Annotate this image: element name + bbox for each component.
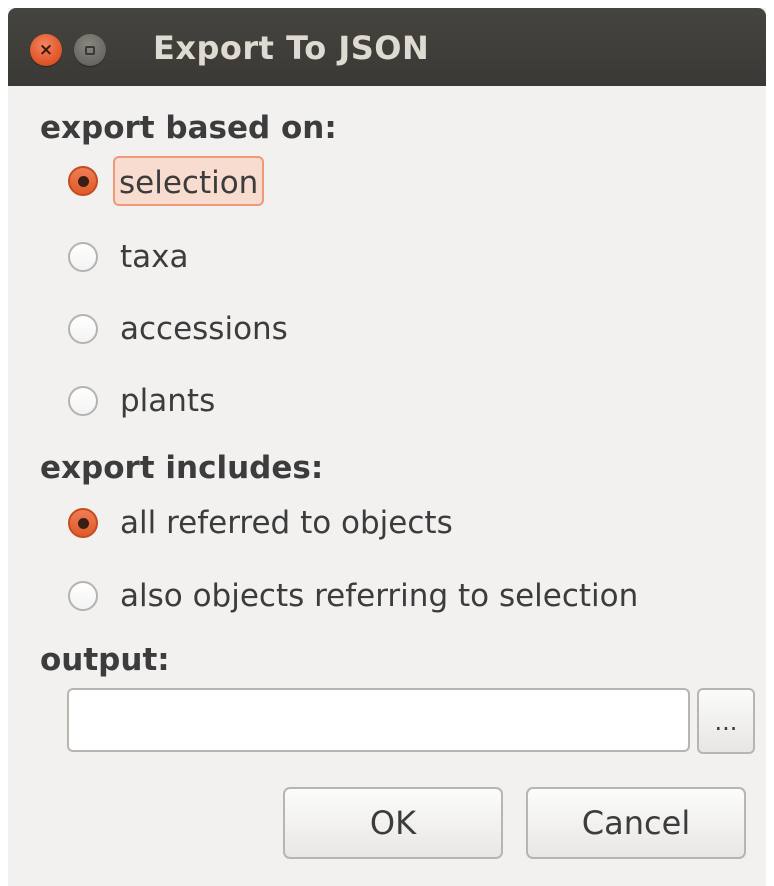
radio-selected-icon[interactable] (68, 166, 98, 196)
maximize-square (85, 45, 95, 55)
window-title: Export To JSON (153, 29, 430, 67)
close-icon[interactable]: × (30, 34, 62, 66)
title-bar[interactable]: × Export To JSON (8, 8, 766, 86)
ok-button[interactable]: OK (283, 787, 503, 859)
radio-plants[interactable]: plants (68, 378, 215, 424)
radio-label-selection[interactable]: selection (113, 156, 265, 206)
radio-taxa[interactable]: taxa (68, 234, 189, 280)
radio-unselected-icon[interactable] (68, 242, 98, 272)
radio-unselected-icon[interactable] (68, 314, 98, 344)
maximize-icon[interactable] (74, 34, 106, 66)
radio-label-taxa[interactable]: taxa (120, 235, 189, 279)
radio-selection[interactable]: selection (68, 156, 265, 206)
output-label: output: (40, 642, 170, 678)
radio-accessions[interactable]: accessions (68, 306, 288, 352)
browse-button[interactable]: ... (697, 688, 755, 754)
output-path-input[interactable] (67, 688, 690, 752)
radio-label-also-referring[interactable]: also objects referring to selection (120, 574, 638, 618)
radio-label-all-referred[interactable]: all referred to objects (120, 501, 453, 545)
export-includes-label: export includes: (40, 450, 324, 486)
radio-all-referred[interactable]: all referred to objects (68, 500, 453, 546)
radio-unselected-icon[interactable] (68, 581, 98, 611)
radio-label-accessions[interactable]: accessions (120, 307, 288, 351)
radio-also-referring[interactable]: also objects referring to selection (68, 573, 638, 619)
radio-label-plants[interactable]: plants (120, 379, 215, 423)
radio-selected-icon[interactable] (68, 508, 98, 538)
cancel-button[interactable]: Cancel (526, 787, 746, 859)
radio-unselected-icon[interactable] (68, 386, 98, 416)
close-glyph: × (38, 39, 54, 60)
export-dialog: × Export To JSON export based on: select… (8, 8, 766, 886)
export-based-on-label: export based on: (40, 110, 337, 146)
